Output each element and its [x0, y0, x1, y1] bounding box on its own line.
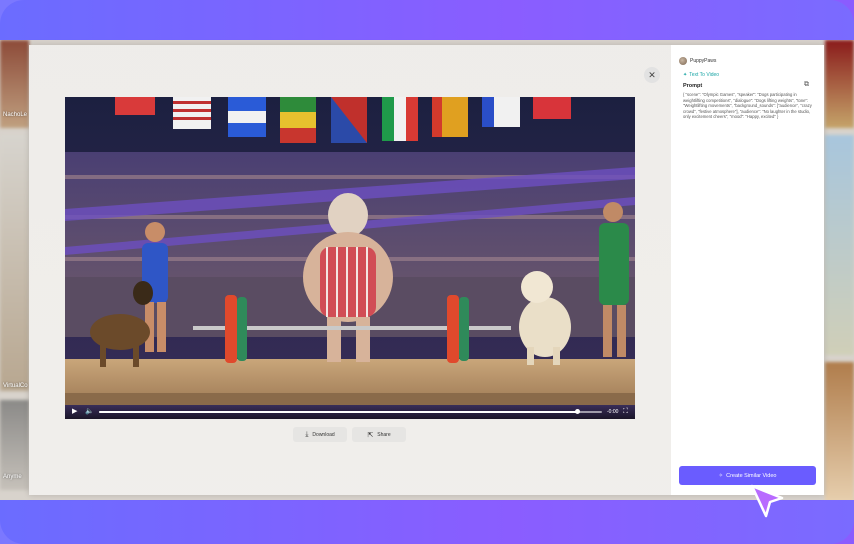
video-player[interactable]: ▶ 🔈 -0:00 ⛶ [65, 97, 635, 419]
sparkle-icon: ✧ [718, 472, 724, 479]
generation-mode-tag: ✦ Text To Video [683, 72, 720, 78]
avatar[interactable] [679, 57, 687, 65]
share-button[interactable]: ⇱ Share [352, 427, 406, 442]
gallery-thumbnail[interactable] [825, 362, 854, 500]
download-label: Download [312, 431, 335, 438]
volume-icon[interactable]: 🔈 [85, 407, 94, 417]
download-button[interactable]: ⤓ Download [293, 427, 347, 442]
video-progress-bar[interactable] [99, 409, 602, 414]
app-frame: NachoLe VirtualCo Anyme ✕ ▶ 🔈 -0:00 ⛶ ⤓ … [0, 0, 854, 544]
prompt-text: { "scene": "Olympic Games", "speaker": "… [683, 92, 812, 120]
video-frame [65, 97, 635, 419]
close-icon: ✕ [648, 70, 656, 80]
gallery-author-label: VirtualCo [3, 383, 28, 389]
gallery-thumbnail[interactable] [825, 40, 854, 128]
close-button[interactable]: ✕ [644, 67, 660, 83]
video-info-panel: PuppyPaws ✦ Text To Video Prompt ⧉ { "sce… [671, 45, 824, 495]
username[interactable]: PuppyPaws [690, 57, 716, 65]
fullscreen-icon[interactable]: ⛶ [623, 407, 628, 417]
share-icon: ⇱ [367, 431, 374, 439]
video-detail-modal: ✕ ▶ 🔈 -0:00 ⛶ ⤓ Download ⇱ Share PuppyPa… [29, 45, 824, 495]
video-preview-area: ✕ ▶ 🔈 -0:00 ⛶ ⤓ Download ⇱ Share [29, 45, 671, 495]
copy-icon[interactable]: ⧉ [804, 81, 809, 89]
video-controls: ▶ 🔈 -0:00 ⛶ [65, 405, 635, 419]
download-icon: ⤓ [305, 430, 309, 438]
share-label: Share [377, 431, 391, 438]
gallery-author-label: Anyme [3, 474, 22, 480]
video-progress-thumb[interactable] [574, 409, 580, 414]
video-progress-fill [99, 411, 577, 413]
video-time: -0:00 [607, 409, 619, 415]
prompt-heading: Prompt [683, 83, 703, 89]
create-similar-video-label: Create Similar Video [726, 472, 777, 479]
gallery-author-label: NachoLe [3, 112, 28, 118]
gallery-thumbnail[interactable] [0, 135, 29, 391]
cursor-pointer-icon [750, 484, 784, 518]
gallery-thumbnail[interactable] [825, 135, 854, 355]
play-icon[interactable]: ▶ [72, 407, 77, 417]
sparkle-icon: ✦ [683, 72, 688, 78]
